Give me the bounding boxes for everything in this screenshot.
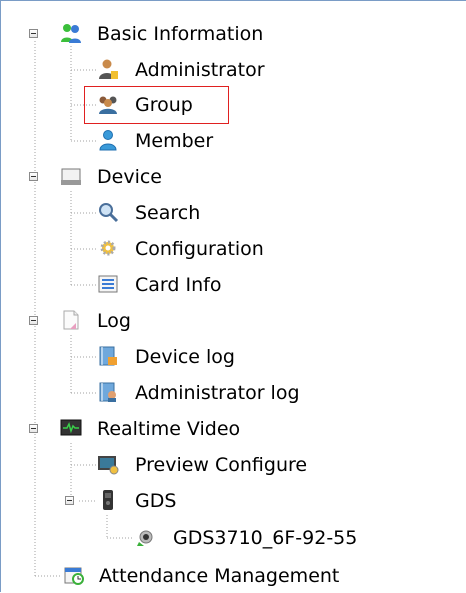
tree-node-label: Administrator (135, 59, 265, 81)
collapse-toggle[interactable] (29, 316, 38, 325)
collapse-toggle[interactable] (29, 424, 38, 433)
tree-node-label: GDS (135, 490, 177, 512)
admin-user-icon (97, 58, 119, 80)
magnifier-icon (97, 201, 119, 223)
tree-node-label: Device (97, 166, 162, 188)
collapse-toggle[interactable] (29, 29, 38, 38)
tree-node-label: Search (135, 202, 201, 224)
admin-log-icon (97, 381, 119, 403)
tree-node-label: Card Info (135, 274, 222, 296)
tree-node-label: Log (97, 310, 131, 332)
camera-icon (135, 526, 157, 548)
collapse-toggle[interactable] (29, 172, 38, 181)
people-icon (60, 22, 82, 44)
collapse-toggle[interactable] (65, 496, 74, 505)
member-user-icon (97, 129, 119, 151)
tree-node-label: Device log (135, 346, 235, 368)
device-log-icon (97, 345, 119, 367)
tree-node-label: Realtime Video (97, 418, 241, 440)
card-list-icon (97, 273, 119, 295)
preview-configure-icon (97, 453, 119, 475)
tree-node-label: Configuration (135, 238, 264, 260)
tree-node-label: Basic Information (97, 23, 264, 45)
intercom-device-icon (97, 489, 119, 511)
monitor-icon (60, 417, 82, 439)
gear-icon (97, 237, 119, 259)
tree-node-label: Preview Configure (135, 454, 308, 476)
tree-node-label: Administrator log (135, 382, 300, 404)
log-document-icon (60, 309, 82, 331)
tree-node-label: Member (135, 130, 214, 152)
tree-node-label: Attendance Management (99, 565, 340, 587)
navigation-tree: Basic Information Administrator Group Me… (0, 0, 466, 592)
tree-node-label: GDS3710_6F-92-55 (173, 527, 358, 549)
device-icon (60, 165, 82, 187)
selection-highlight (84, 86, 229, 124)
calendar-clock-icon (63, 564, 85, 586)
